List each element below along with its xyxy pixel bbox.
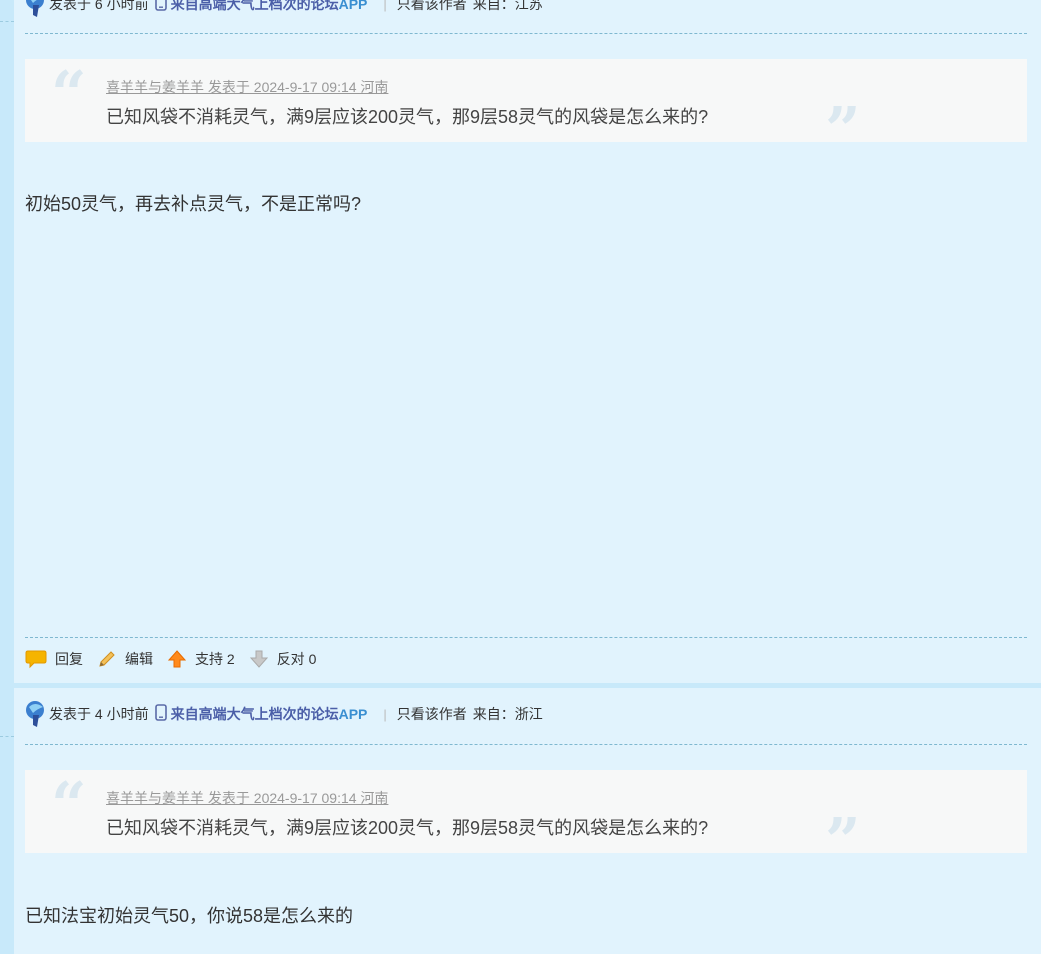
left-gutter — [0, 0, 14, 954]
phone-icon — [154, 704, 167, 724]
speech-bubble-icon — [25, 650, 47, 669]
close-quote-icon: ” — [825, 804, 861, 877]
oppose-button[interactable]: 反对 0 — [249, 649, 316, 669]
post-header: 发表于 6 小时前 来自高端大气上档次的论坛APP | 只看该作者 来自：江苏 — [25, 0, 543, 20]
post-time: 发表于 4 小时前 — [49, 706, 149, 722]
post-separator — [14, 683, 1041, 688]
post-header: 发表于 4 小时前 来自高端大气上档次的论坛APP | 只看该作者 来自：浙江 — [25, 698, 543, 730]
quote-author[interactable]: 喜羊羊与姜羊羊 发表于 2024-9-17 09:14 河南 — [106, 77, 388, 97]
quote-text: 已知风袋不消耗灵气，满9层应该200灵气，那9层58灵气的风袋是怎么来的? — [106, 818, 709, 838]
only-author-link[interactable]: 只看该作者 — [397, 704, 467, 724]
header-separator: | — [383, 0, 387, 12]
quote-author[interactable]: 喜羊羊与姜羊羊 发表于 2024-9-17 09:14 河南 — [106, 788, 388, 808]
post-actions: 回复 编辑 支持 2 反对 0 — [25, 645, 330, 673]
app-source-link[interactable]: 来自高端大气上档次的论坛APP — [171, 0, 368, 14]
close-quote-icon: ” — [825, 93, 861, 166]
phone-icon — [154, 0, 167, 14]
quote-text: 已知风袋不消耗灵气，满9层应该200灵气，那9层58灵气的风袋是怎么来的? — [106, 107, 709, 127]
gutter-divider — [0, 21, 14, 22]
avatar-icon[interactable] — [25, 699, 47, 729]
open-quote-icon: “ — [51, 768, 87, 841]
open-quote-icon: “ — [51, 57, 87, 130]
app-source-link[interactable]: 来自高端大气上档次的论坛APP — [171, 704, 368, 724]
quote-block: “ 喜羊羊与姜羊羊 发表于 2024-9-17 09:14 河南 已知风袋不消耗… — [25, 768, 1027, 872]
post-content: 已知法宝初始灵气50，你说58是怎么来的 — [25, 906, 354, 926]
gutter-divider — [0, 736, 14, 737]
quote-block: “ 喜羊羊与姜羊羊 发表于 2024-9-17 09:14 河南 已知风袋不消耗… — [25, 57, 1027, 161]
header-divider — [25, 744, 1027, 745]
post-location: 来自：浙江 — [472, 706, 543, 722]
post-content: 初始50灵气，再去补点灵气，不是正常吗? — [25, 194, 362, 214]
header-divider — [25, 33, 1027, 34]
avatar-icon[interactable] — [25, 0, 47, 19]
arrow-up-icon — [167, 650, 187, 668]
pencil-icon — [99, 651, 115, 667]
edit-button[interactable]: 编辑 — [97, 649, 153, 669]
arrow-down-icon — [249, 650, 268, 668]
actions-divider — [25, 637, 1027, 638]
post-time: 发表于 6 小时前 — [49, 0, 149, 12]
post-location: 来自：江苏 — [472, 0, 543, 12]
header-separator: | — [383, 706, 387, 722]
support-button[interactable]: 支持 2 — [167, 649, 235, 669]
reply-button[interactable]: 回复 — [25, 649, 83, 669]
only-author-link[interactable]: 只看该作者 — [397, 0, 467, 14]
